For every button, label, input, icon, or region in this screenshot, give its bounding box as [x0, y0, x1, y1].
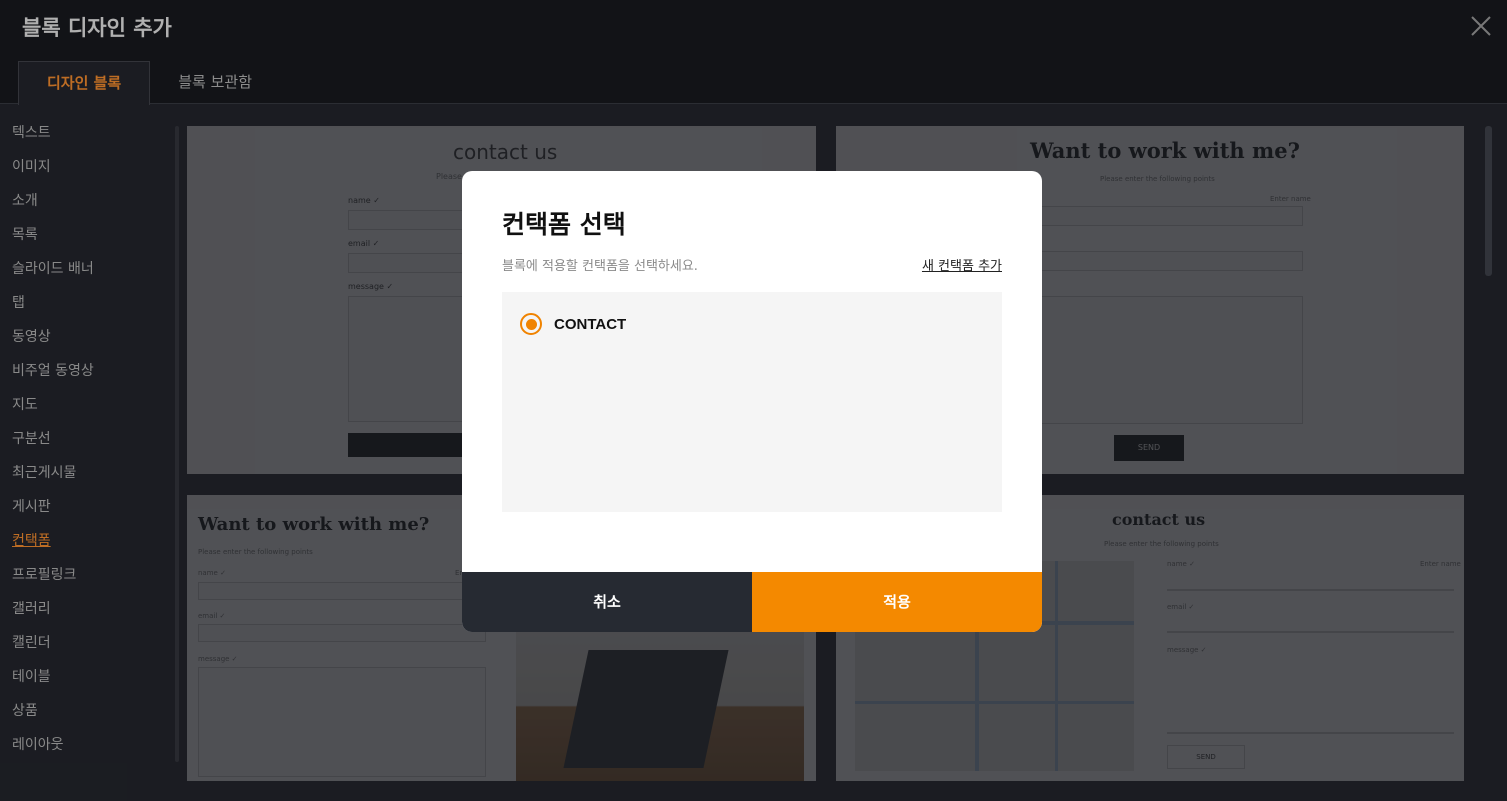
- cancel-button[interactable]: 취소: [462, 572, 752, 632]
- contact-form-option[interactable]: CONTACT: [520, 312, 626, 336]
- contact-form-list: CONTACT: [502, 292, 1002, 512]
- add-contact-form-link[interactable]: 새 컨택폼 추가: [922, 255, 1002, 274]
- radio-selected-icon[interactable]: [520, 313, 542, 335]
- option-label: CONTACT: [554, 315, 627, 333]
- contact-form-select-dialog: 컨택폼 선택 블록에 적용할 컨택폼을 선택하세요. 새 컨택폼 추가 CONT…: [462, 171, 1042, 632]
- apply-button[interactable]: 적용: [752, 572, 1042, 632]
- dialog-title: 컨택폼 선택: [502, 210, 626, 239]
- dialog-button-bar: 취소 적용: [462, 572, 1042, 632]
- dialog-description: 블록에 적용할 컨택폼을 선택하세요.: [502, 259, 698, 274]
